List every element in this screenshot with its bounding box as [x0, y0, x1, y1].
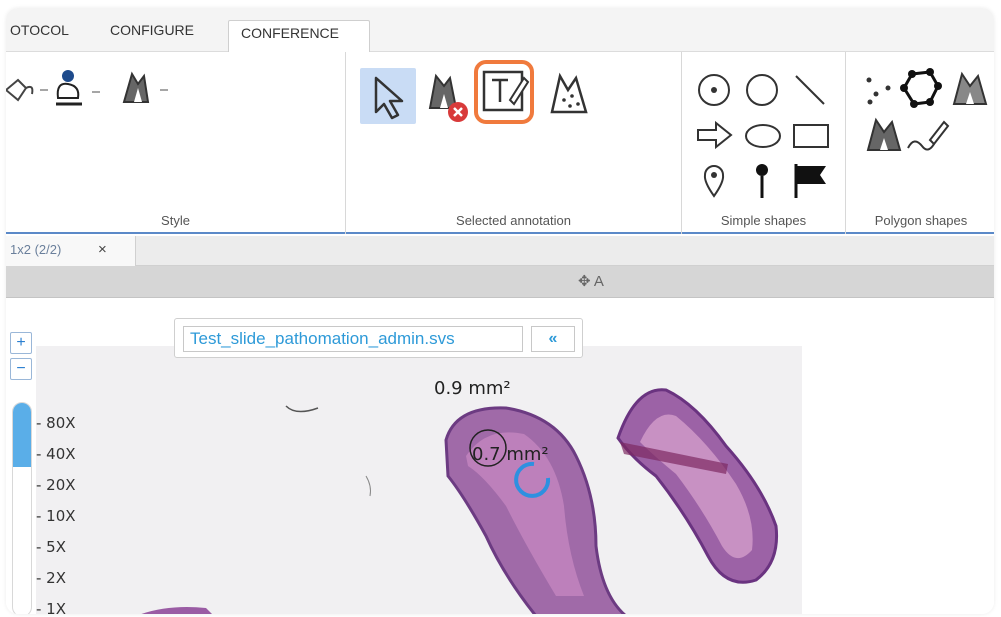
select-tool-button[interactable]	[360, 68, 416, 124]
annotation-label-area-1[interactable]: 0.9 mm²	[434, 378, 511, 399]
ellipse-icon[interactable]	[744, 122, 782, 150]
fill-color-icon[interactable]	[6, 72, 50, 112]
group-label-style: Style	[161, 213, 190, 228]
zoom-level-80x[interactable]: - 80X	[36, 408, 76, 439]
viewport-header[interactable]: ✥ A	[6, 266, 994, 298]
filled-polygon-icon[interactable]	[864, 116, 904, 156]
line-color-icon[interactable]	[54, 68, 116, 112]
delete-annotation-icon[interactable]	[424, 68, 470, 124]
group-polygon-shapes: Polygon shapes	[846, 52, 994, 234]
tab-slide-layout[interactable]: 1x2 (2/2) ×	[6, 236, 136, 266]
zoom-out-button[interactable]: −	[10, 358, 32, 380]
zoom-level-2x[interactable]: - 2X	[36, 563, 76, 594]
slide-name-field[interactable]: Test_slide_pathomation_admin.svs	[183, 326, 523, 352]
cursor-arrow-icon	[374, 76, 404, 120]
text-tool-button[interactable]	[474, 60, 534, 124]
pushpin-icon[interactable]	[750, 162, 774, 200]
zoom-slider[interactable]	[12, 402, 32, 614]
collapse-button[interactable]: «	[531, 326, 575, 352]
slide-viewer[interactable]: + − - 80X - 40X - 20X - 10X - 5X - 2X - …	[6, 298, 994, 614]
group-simple-shapes: Simple shapes	[682, 52, 846, 234]
freeform-polygon-icon[interactable]	[950, 70, 990, 110]
group-label-polygon: Polygon shapes	[874, 213, 968, 228]
zoom-slider-fill[interactable]	[13, 403, 31, 467]
group-label-selected: Selected annotation	[456, 213, 571, 228]
zoom-in-button[interactable]: +	[10, 332, 32, 354]
document-tabs: 1x2 (2/2) ×	[6, 236, 994, 266]
viewport-title: ✥ A	[578, 273, 604, 290]
group-style: Style	[6, 52, 346, 234]
line-icon[interactable]	[792, 72, 828, 108]
app-window: OTOCOL CONFIGURE CONFERENCE Style Select…	[6, 8, 994, 614]
zoom-level-20x[interactable]: - 20X	[36, 470, 76, 501]
zoom-level-labels: - 80X - 40X - 20X - 10X - 5X - 2X - 1X	[36, 408, 76, 614]
flag-icon[interactable]	[792, 162, 830, 200]
freehand-shape-icon[interactable]	[546, 68, 594, 120]
text-edit-icon	[482, 70, 530, 112]
zoom-level-1x[interactable]: - 1X	[36, 594, 76, 614]
tab-slide-layout-label: 1x2 (2/2)	[10, 242, 62, 257]
zoom-level-40x[interactable]: - 40X	[36, 439, 76, 470]
ribbon-tabs: OTOCOL CONFIGURE CONFERENCE	[6, 8, 994, 53]
tab-configure[interactable]: CONFIGURE	[98, 18, 214, 48]
tissue-image	[141, 388, 779, 614]
group-label-simple: Simple shapes	[720, 213, 807, 228]
point-circle-icon[interactable]	[696, 72, 732, 108]
tab-protocol[interactable]: OTOCOL	[6, 18, 92, 48]
ribbon: Style Selected annotation Simple shapes …	[6, 52, 994, 234]
annotation-label-area-2[interactable]: 0.7 mm²	[472, 444, 549, 465]
arrow-icon[interactable]	[696, 120, 734, 150]
circle-icon[interactable]	[744, 72, 780, 108]
zoom-level-10x[interactable]: - 10X	[36, 501, 76, 532]
location-pin-icon[interactable]	[702, 164, 726, 198]
freehand-draw-icon[interactable]	[904, 116, 950, 156]
rectangle-icon[interactable]	[792, 122, 830, 150]
tab-conference[interactable]: CONFERENCE	[228, 20, 370, 53]
polygon-icon[interactable]	[900, 68, 942, 110]
point-set-icon[interactable]	[864, 74, 898, 108]
shape-style-icon[interactable]	[118, 70, 182, 110]
slide-name-box: Test_slide_pathomation_admin.svs «	[174, 318, 583, 358]
zoom-level-5x[interactable]: - 5X	[36, 532, 76, 563]
group-selected-annotation: Selected annotation	[346, 52, 682, 234]
close-icon[interactable]: ×	[98, 236, 107, 264]
